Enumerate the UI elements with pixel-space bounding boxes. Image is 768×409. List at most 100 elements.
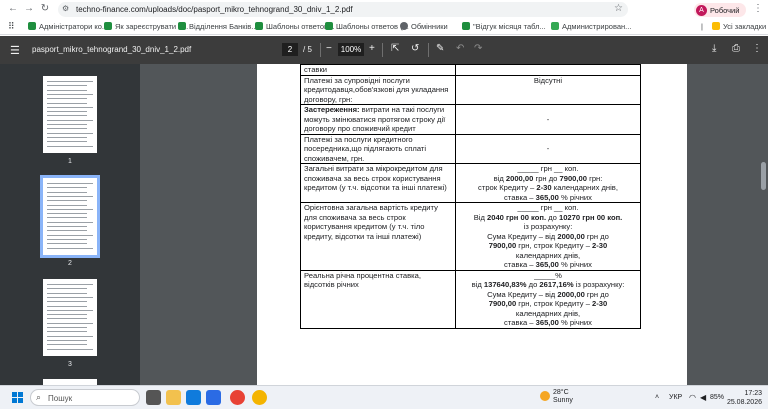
wifi-icon[interactable]: ◠ (689, 393, 696, 402)
row-value-cell: _____ грн __ коп. від 2000,00 грн до 7900… (455, 163, 641, 203)
thumbnail-page-number: 3 (68, 361, 72, 368)
sheet-icon (104, 22, 112, 30)
thumbnail-line (47, 344, 87, 346)
value-line: ставка – 365,00 % річних (504, 192, 592, 202)
tray-chevron-icon[interactable]: ˄ (655, 394, 659, 401)
edge-icon[interactable] (186, 390, 201, 405)
bookmark-label: Відділення Банків... (189, 22, 258, 31)
row-label-cell: Застереження: витрати на такі послуги мо… (300, 104, 456, 135)
bookmark-item[interactable]: Шаблоны ответов (... (325, 22, 409, 33)
bookmark-label: Адміністратори ко... (39, 22, 109, 31)
table-row: Платежі за супровідні послуги кредитодав… (300, 74, 641, 105)
chrome-profile-icon[interactable] (252, 390, 267, 405)
download-icon[interactable]: ⤓ (712, 43, 716, 54)
row-label-text: Загальні витрати за мікрокредитом для сп… (304, 164, 447, 192)
more-options-icon[interactable]: ⋮ (752, 43, 762, 54)
thumbnail-line (47, 213, 87, 215)
thumbnail-line (47, 200, 87, 202)
thumbnail-line (47, 331, 87, 333)
browser-menu-icon[interactable]: ⋮ (753, 3, 763, 14)
bookmark-star-icon[interactable]: ☆ (614, 3, 623, 14)
redo-icon[interactable]: ↷ (474, 43, 482, 54)
reload-icon[interactable]: ↻ (38, 2, 52, 16)
chrome-icon[interactable] (230, 390, 245, 405)
page-thumbnail[interactable] (40, 175, 100, 258)
thumbnail-line (47, 318, 87, 320)
draw-icon[interactable]: ✎ (436, 43, 444, 54)
site-info-icon[interactable]: ⚙ (62, 4, 69, 13)
store-icon[interactable] (206, 390, 221, 405)
thumbnail-line (47, 191, 87, 193)
row-label-cell: Загальні витрати за мікрокредитом для сп… (300, 163, 456, 203)
value-line: _____ грн __ коп. (517, 164, 579, 173)
fit-page-icon[interactable]: ⇱ (391, 43, 399, 54)
page-total: / 5 (303, 45, 312, 54)
value-line: від 2000,00 грн до 7900,00 грн: (493, 173, 603, 183)
credit-terms-table: ставки Платежі за супровідні послуги кред… (300, 64, 641, 329)
bookmark-item[interactable]: Адміністратори ко... (28, 22, 108, 33)
battery-level[interactable]: 85% (710, 394, 724, 401)
language-indicator[interactable]: УКР (669, 394, 682, 401)
bookmark-item[interactable]: Администрирован... (551, 22, 631, 33)
thumbnail-line (47, 309, 93, 311)
row-label-text: Орієнтовна загальна вартість кредиту для… (304, 203, 438, 241)
bookmark-item[interactable]: "Відгук місяця табл... (462, 22, 546, 33)
page-number-input[interactable]: 2 (282, 43, 298, 56)
address-bar-row: ← → ↻ ⚙ techno-finance.com/uploads/doc/p… (0, 2, 768, 18)
clock[interactable]: 17:23 25.08.2026 (726, 389, 762, 407)
forward-arrow-icon[interactable]: → (22, 2, 36, 16)
thumbnail-line (47, 296, 93, 298)
warning-label: Застереження: (304, 105, 360, 114)
thumbnail-page-number: 1 (68, 158, 72, 165)
profile-button[interactable]: A Робочий (694, 3, 746, 17)
thumbnail-line (47, 292, 87, 294)
row-label-cell: Платежі за супровідні послуги кредитодав… (300, 74, 456, 105)
back-arrow-icon[interactable]: ← (6, 2, 20, 16)
menu-icon[interactable]: ☰ (10, 44, 20, 57)
scrollbar-thumb[interactable] (761, 162, 766, 190)
task-view-icon[interactable] (146, 390, 161, 405)
thumbnail-line (47, 132, 93, 134)
undo-icon[interactable]: ↶ (456, 43, 464, 54)
taskbar-search[interactable]: ⌕ Пошук (30, 389, 140, 406)
toolbar-divider (428, 43, 429, 57)
thumbnail-line (47, 195, 93, 197)
print-icon[interactable]: ⎙ (732, 43, 740, 54)
weather-widget[interactable]: 28°C Sunny (540, 389, 573, 405)
folder-icon (712, 22, 720, 30)
bookmark-item[interactable]: Як зареєструвати с... (104, 22, 188, 33)
bookmark-label: Администрирован... (562, 22, 632, 31)
thumbnail-sidebar: 1 2 3 (0, 64, 140, 385)
pdf-filename: pasport_mikro_tehnogrand_30_dniv_1_2.pdf (32, 45, 192, 54)
value-line: календарних днів, (515, 308, 581, 318)
weather-desc: Sunny (553, 397, 573, 404)
sun-icon (540, 391, 550, 401)
page-thumbnail[interactable] (43, 279, 97, 356)
zoom-input[interactable]: 100% (338, 43, 364, 56)
row-value-text: Відсутні (533, 75, 563, 85)
bookmark-item[interactable]: Обмінники (400, 22, 448, 33)
thumbnail-line (47, 204, 87, 206)
zoom-in-icon[interactable]: + (369, 43, 375, 54)
file-explorer-icon[interactable] (166, 390, 181, 405)
rotate-icon[interactable]: ↺ (411, 43, 419, 54)
all-bookmarks-button[interactable]: Усі закладки (712, 22, 766, 33)
row-label-cell: Орієнтовна загальна вартість кредиту для… (300, 202, 456, 271)
value-line: Від 2040 грн 00 коп. до 10270 грн 00 коп… (473, 212, 623, 222)
apps-grid-icon[interactable]: ⠿ (8, 21, 15, 32)
thumbnail-line (47, 136, 87, 138)
url-bar[interactable]: ⚙ techno-finance.com/uploads/doc/pasport… (58, 2, 628, 17)
zoom-out-icon[interactable]: − (326, 43, 332, 54)
pdf-toolbar: ☰ pasport_mikro_tehnogrand_30_dniv_1_2.p… (0, 36, 768, 64)
volume-icon[interactable]: ◀ (700, 393, 706, 402)
bookmark-item[interactable]: Відділення Банків... (178, 22, 257, 33)
bookmark-item[interactable]: Шаблоны ответов... (255, 22, 334, 33)
search-placeholder: Пошук (48, 394, 73, 403)
sheet-icon (28, 22, 36, 30)
thumbnail-line (47, 183, 93, 184)
windows-taskbar: ⌕ Пошук 28°C Sunny ˄ УКР ◠ ◀ 85% 17:23 2… (0, 385, 768, 409)
page-thumbnail[interactable] (43, 76, 97, 153)
windows-start-icon[interactable] (12, 392, 23, 403)
row-value-cell: _____% від 137640,83% до 2617,16% із розр… (455, 269, 641, 329)
value-line: календарних днів, (515, 250, 581, 260)
